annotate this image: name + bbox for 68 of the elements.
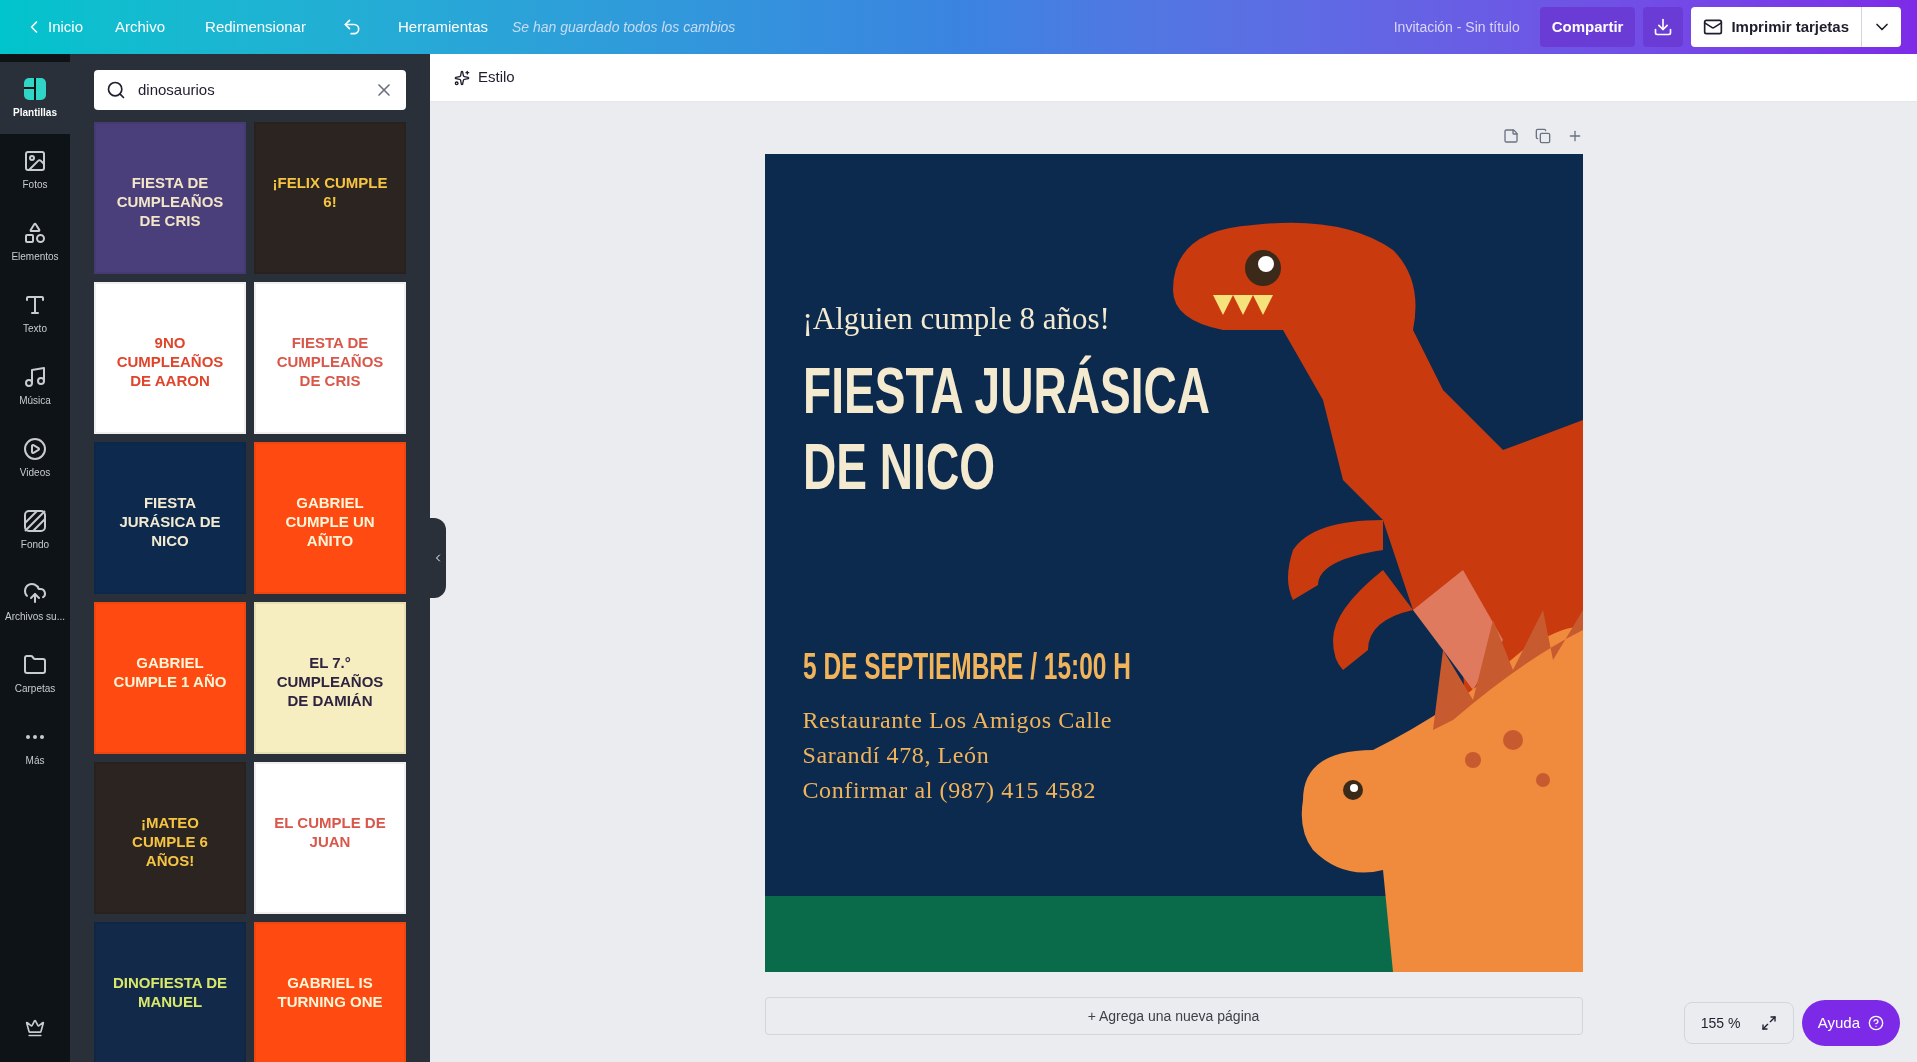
search-icon <box>106 80 126 100</box>
invitation-date: 5 DE SEPTIEMBRE / 15:00 H <box>802 644 1131 689</box>
note-icon[interactable] <box>1502 128 1519 144</box>
template-title: GABRIEL CUMPLE 1 AÑO <box>112 654 228 692</box>
template-thumbnail[interactable]: DINOFIESTA DE MANUEL <box>94 922 246 1062</box>
rail-item[interactable]: Texto <box>0 278 70 350</box>
print-button[interactable]: Imprimir tarjetas <box>1691 7 1861 47</box>
invitation-title: FIESTA JURÁSICA <box>802 353 1210 429</box>
sparkles-icon <box>454 69 470 86</box>
template-thumbnail[interactable]: EL 7.° CUMPLEAÑOS DE DAMIÁN <box>254 602 406 754</box>
templates-icon <box>23 76 47 101</box>
template-title: EL CUMPLE DE JUAN <box>273 814 387 852</box>
template-title: FIESTA DE CUMPLEAÑOS DE CRIS <box>115 174 225 231</box>
rail-item[interactable]: Archivos su... <box>0 566 70 638</box>
share-button[interactable]: Compartir <box>1539 7 1636 47</box>
document-title: Invitación - Sin título <box>1392 17 1521 37</box>
rail-item[interactable]: Música <box>0 350 70 422</box>
template-thumbnail[interactable]: ¡FELIX CUMPLE 6! <box>254 122 406 274</box>
invitation-kicker: ¡Alguien cumple 8 años! <box>802 300 1110 338</box>
template-title: FIESTA DE CUMPLEAÑOS DE CRIS <box>275 334 385 391</box>
shapes-icon <box>23 220 47 245</box>
play-icon <box>23 436 47 461</box>
invitation-detail: Sarandí 478, León <box>802 740 990 770</box>
envelope-icon <box>1703 17 1724 37</box>
template-title: ¡FELIX CUMPLE 6! <box>271 174 389 212</box>
invitation-detail: Confirmar al (987) 415 4582 <box>802 775 1096 805</box>
save-status: Se han guardado todos los cambios <box>512 17 736 37</box>
template-thumbnail[interactable]: FIESTA DE CUMPLEAÑOS DE CRIS <box>254 282 406 434</box>
expand-icon <box>1760 1015 1777 1031</box>
crown-icon[interactable] <box>25 1018 45 1038</box>
template-thumbnail[interactable]: 9NO CUMPLEAÑOS DE AARON <box>94 282 246 434</box>
invitation-title: DE NICO <box>802 429 995 505</box>
rail-item[interactable]: Videos <box>0 422 70 494</box>
zoom-control[interactable]: 155 % <box>1683 1002 1794 1044</box>
template-title: 9NO CUMPLEAÑOS DE AARON <box>115 334 225 391</box>
search-field[interactable]: dinosaurios <box>94 70 406 110</box>
hatch-icon <box>23 508 47 533</box>
template-title: GABRIEL IS TURNING ONE <box>276 974 384 1012</box>
rail-item[interactable]: Elementos <box>0 206 70 278</box>
help-button[interactable]: Ayuda <box>1801 1000 1900 1046</box>
template-thumbnail[interactable]: FIESTA JURÁSICA DE NICO <box>94 442 246 594</box>
undo-icon <box>341 17 362 37</box>
rail-item[interactable]: Fondo <box>0 494 70 566</box>
template-title: EL 7.° CUMPLEAÑOS DE DAMIÁN <box>275 654 385 711</box>
download-icon <box>1653 17 1674 37</box>
copy-icon[interactable] <box>1534 128 1551 144</box>
download-button[interactable] <box>1643 7 1684 47</box>
rail-item[interactable]: Fotos <box>0 134 70 206</box>
image-icon <box>23 148 47 173</box>
rail-item[interactable]: Plantillas <box>0 62 70 134</box>
more-icon <box>26 734 44 739</box>
template-title: GABRIEL CUMPLE UN AÑITO <box>284 494 376 551</box>
collapse-panel-button[interactable] <box>430 518 446 598</box>
template-title: ¡MATEO CUMPLE 6 AÑOS! <box>131 814 209 871</box>
add-page-button[interactable]: + Agrega una nueva página <box>764 997 1583 1035</box>
style-button[interactable]: Estilo <box>446 61 523 94</box>
rail-item[interactable]: Carpetas <box>0 638 70 710</box>
template-thumbnail[interactable]: FIESTA DE CUMPLEAÑOS DE CRIS <box>94 122 246 274</box>
folder-icon <box>23 652 47 677</box>
rail-item[interactable]: Más <box>0 710 70 782</box>
template-title: FIESTA JURÁSICA DE NICO <box>118 494 222 551</box>
template-title: DINOFIESTA DE MANUEL <box>111 974 229 1012</box>
help-icon <box>1868 1015 1884 1031</box>
template-thumbnail[interactable]: EL CUMPLE DE JUAN <box>254 762 406 914</box>
template-thumbnail[interactable]: ¡MATEO CUMPLE 6 AÑOS! <box>94 762 246 914</box>
upload-icon <box>23 580 47 605</box>
invitation-detail: Restaurante Los Amigos Calle <box>802 705 1112 735</box>
music-icon <box>23 364 47 389</box>
